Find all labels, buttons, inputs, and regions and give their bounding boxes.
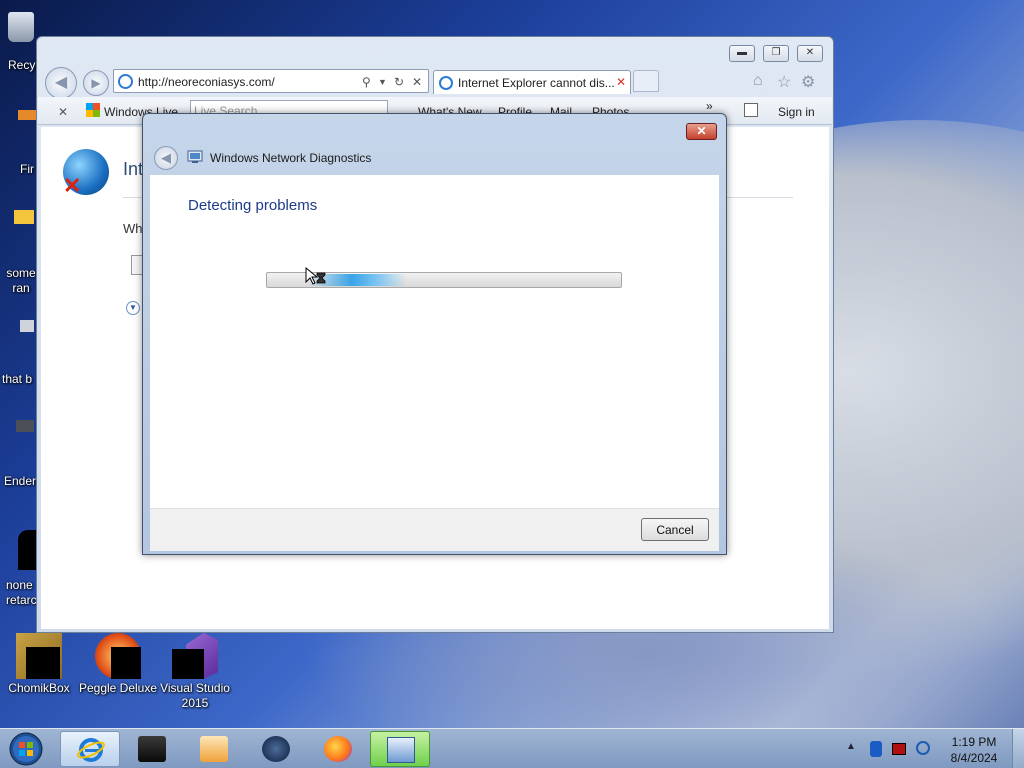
tab-title: Internet Explorer cannot dis...: [458, 76, 615, 90]
app-icon: [18, 530, 36, 570]
desktop-icon-label: none retarc: [6, 578, 37, 607]
checkbox-icon[interactable]: [744, 103, 758, 117]
dropdown-icon[interactable]: ▼: [378, 77, 387, 87]
more-info-chevron-icon[interactable]: ▼: [126, 301, 140, 315]
page-title-peek: Int: [123, 159, 144, 179]
ie-tab-icon: [439, 76, 453, 90]
clock[interactable]: 1:19 PM 8/4/2024: [934, 734, 1014, 766]
internet-explorer-icon: [77, 738, 105, 762]
show-desktop-button[interactable]: [1012, 729, 1024, 768]
desktop-icon-peggle-deluxe[interactable]: Peggle Deluxe: [78, 633, 158, 696]
desktop-icon-label: that b: [2, 372, 33, 386]
desktop: Recy Fir some ran that b Ender none reta…: [0, 0, 1024, 728]
tab-internet-explorer-cannot-display[interactable]: Internet Explorer cannot dis... ✕: [433, 70, 631, 94]
desktop-icon-fir[interactable]: Fir: [4, 110, 36, 176]
busy-cursor-icon: [305, 267, 326, 285]
desktop-icon-none-retarc[interactable]: none retarc: [2, 530, 37, 607]
forward-button[interactable]: ▶: [83, 70, 109, 96]
tab-close-icon[interactable]: ✕: [616, 75, 626, 89]
chomikbox-icon: [16, 633, 62, 679]
toolbar-close-icon[interactable]: ✕: [58, 105, 68, 119]
ie-page-icon: [118, 74, 133, 89]
detecting-problems-heading: Detecting problems: [188, 197, 318, 214]
taskbar-internet-explorer[interactable]: [60, 731, 120, 767]
desktop-icon-label: ChomikBox: [8, 681, 70, 695]
page-text-peek: Wh: [123, 221, 143, 236]
address-bar[interactable]: http://neoreconiasys.com/ ⚲ ▼ ↻ ✕: [113, 69, 429, 93]
dialog-back-button[interactable]: ◀: [154, 146, 178, 170]
gear-icon[interactable]: ⚙: [801, 72, 815, 92]
app-icon: [20, 320, 34, 332]
taskbar-globe-app[interactable]: [246, 731, 306, 767]
desktop-icon-chomikbox[interactable]: ChomikBox: [6, 633, 72, 696]
restore-button[interactable]: ❐: [763, 45, 789, 62]
app-icon: [18, 110, 36, 120]
windows-flag-icon: [86, 103, 100, 117]
address-url: http://neoreconiasys.com/: [138, 75, 275, 89]
desktop-icon-some-ran[interactable]: some ran: [2, 210, 36, 295]
media-player-icon: [200, 736, 228, 762]
home-icon[interactable]: ⌂: [753, 72, 763, 90]
cancel-button[interactable]: Cancel: [641, 518, 709, 541]
desktop-icon-that-b[interactable]: that b: [2, 320, 36, 386]
refresh-icon[interactable]: ↻: [394, 75, 404, 89]
close-button[interactable]: ✕: [797, 45, 823, 62]
taskbar: ▲ 1:19 PM 8/4/2024: [0, 728, 1024, 768]
bluetooth-icon[interactable]: [870, 741, 882, 757]
error-x-icon: ✕: [63, 173, 82, 198]
app-icon: [138, 736, 166, 762]
flag-icon[interactable]: [892, 743, 906, 755]
visual-studio-icon: [172, 633, 218, 679]
network-icon[interactable]: [916, 741, 930, 755]
app-icon: [16, 420, 34, 432]
show-hidden-icons[interactable]: ▲: [846, 741, 856, 752]
desktop-icon-label: some ran: [6, 266, 36, 295]
desktop-icon-label: Peggle Deluxe: [78, 681, 158, 695]
dialog-close-button[interactable]: ✕: [686, 123, 717, 140]
network-diagnostics-dialog: ✕ ◀ Windows Network Diagnostics Detectin…: [142, 113, 727, 555]
search-icon[interactable]: ⚲: [362, 75, 371, 89]
dialog-title: Windows Network Diagnostics: [210, 151, 372, 165]
taskbar-app-black-box[interactable]: [122, 731, 182, 767]
desktop-icon-ender[interactable]: Ender: [2, 420, 36, 488]
taskbar-network-diagnostics[interactable]: [370, 731, 430, 767]
firefox-icon: [324, 736, 352, 762]
desktop-icon-label: Fir: [20, 162, 34, 176]
more-chevron-icon[interactable]: »: [706, 99, 713, 113]
peggle-icon: [95, 633, 141, 679]
favorites-star-icon[interactable]: ☆: [777, 72, 791, 92]
taskbar-firefox[interactable]: [308, 731, 368, 767]
clock-time: 1:19 PM: [951, 735, 997, 749]
desktop-icon-label: Recy: [8, 58, 36, 72]
network-diagnostics-icon: [387, 737, 415, 763]
desktop-icon-recycle-bin[interactable]: Recy: [4, 12, 38, 72]
dialog-body: Detecting problems: [150, 175, 719, 508]
recycle-bin-icon: [8, 12, 34, 42]
globe-icon: [262, 736, 290, 762]
desktop-icon-visual-studio-2015[interactable]: Visual Studio 2015: [156, 633, 234, 711]
dialog-footer: Cancel: [150, 508, 719, 551]
start-orb-icon[interactable]: [6, 731, 46, 767]
network-diagnostics-icon: [187, 150, 203, 163]
back-button[interactable]: ◀: [45, 67, 77, 99]
desktop-icon-label: Ender: [4, 474, 37, 488]
sign-in-link[interactable]: Sign in: [778, 105, 815, 119]
minimize-button[interactable]: ▬: [729, 45, 755, 62]
stop-icon[interactable]: ✕: [412, 75, 422, 89]
taskbar-media-player[interactable]: [184, 731, 244, 767]
folder-icon: [14, 210, 34, 224]
new-tab-button[interactable]: [633, 70, 659, 92]
desktop-icon-label: Visual Studio 2015: [160, 681, 230, 710]
clock-date: 8/4/2024: [950, 751, 998, 765]
